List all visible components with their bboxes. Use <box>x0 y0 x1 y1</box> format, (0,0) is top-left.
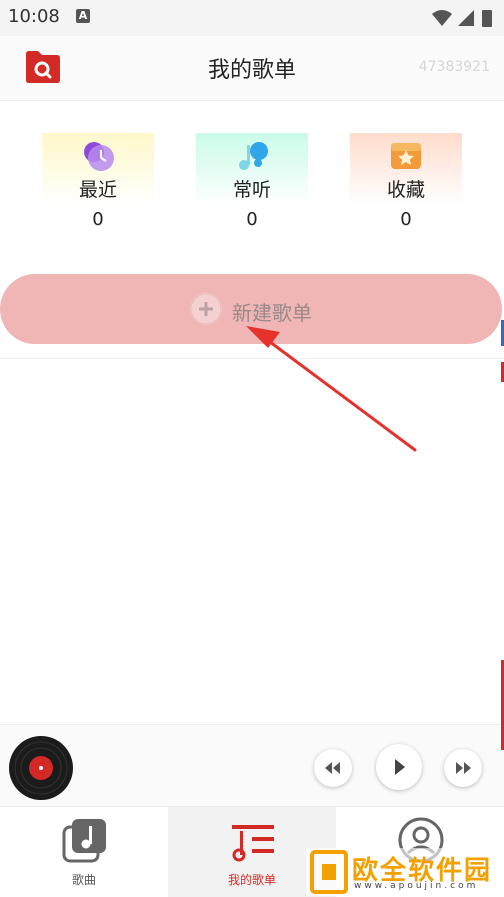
play-icon <box>395 759 405 775</box>
status-bar: 10:08 A <box>0 0 504 36</box>
wifi-icon <box>432 10 452 26</box>
status-time: 10:08 <box>8 6 60 27</box>
header: 我的歌单 47383921 <box>0 36 504 101</box>
category-recent-label: 最近 <box>78 179 117 201</box>
notification-icon: A <box>76 9 90 23</box>
category-frequent-count: 0 <box>246 209 258 230</box>
plus-icon <box>190 293 222 325</box>
user-id: 47383921 <box>418 59 490 75</box>
previous-button[interactable] <box>314 749 352 787</box>
watermark-url: www.apoujin.com <box>354 881 479 891</box>
next-button[interactable] <box>444 749 482 787</box>
battery-icon <box>482 10 492 27</box>
signal-icon <box>458 10 474 26</box>
category-frequent[interactable]: 常听 0 <box>196 133 308 239</box>
category-favorite-label: 收藏 <box>386 179 425 201</box>
category-frequent-label: 常听 <box>232 179 271 201</box>
status-icons <box>432 10 492 27</box>
clock-icon <box>84 142 114 171</box>
nav-songs[interactable]: 歌曲 <box>0 807 168 897</box>
category-favorite-count: 0 <box>400 209 412 230</box>
category-recent-count: 0 <box>92 209 104 230</box>
category-favorite[interactable]: 收藏 0 <box>350 133 462 239</box>
watermark: 欧全软件园 www.apoujin.com <box>306 848 504 896</box>
star-icon <box>391 143 421 169</box>
fast-forward-icon <box>456 762 471 774</box>
category-recent[interactable]: 最近 0 <box>42 133 154 239</box>
nav-songs-label: 歌曲 <box>71 873 96 887</box>
vinyl-disc-icon[interactable] <box>8 735 74 801</box>
player-bar <box>0 724 504 807</box>
watermark-logo-icon <box>310 850 348 894</box>
new-playlist-button[interactable]: 新建歌单 <box>0 274 502 344</box>
music-note-icon <box>62 819 106 863</box>
playlist-icon <box>232 825 274 862</box>
rewind-icon <box>325 762 340 774</box>
play-button[interactable] <box>376 744 422 790</box>
new-playlist-label: 新建歌单 <box>232 301 312 325</box>
music-note-icon <box>239 142 268 170</box>
divider <box>0 358 504 359</box>
